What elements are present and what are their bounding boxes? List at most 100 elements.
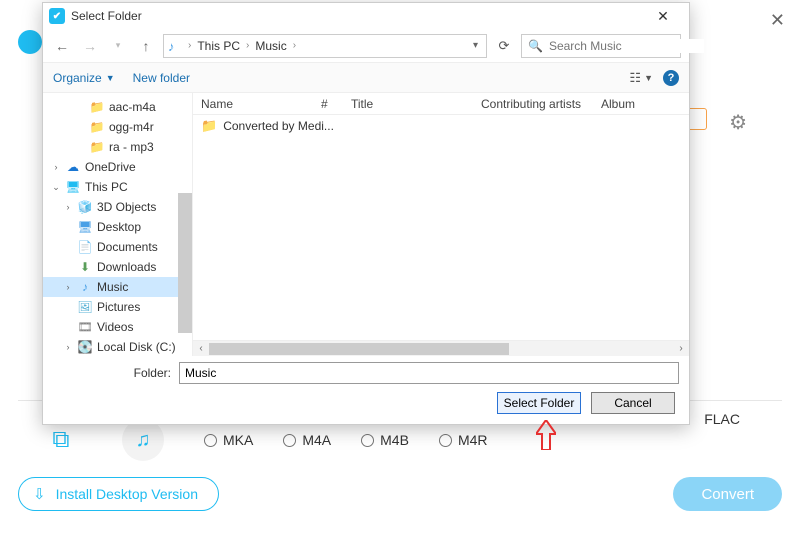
- folder-icon: 📁: [89, 100, 105, 114]
- format-label-flac: FLAC: [704, 411, 740, 427]
- convert-button[interactable]: Convert: [673, 477, 782, 511]
- chevron-right-icon: ›: [186, 40, 193, 51]
- tree-item-pictures[interactable]: 🖼 Pictures: [43, 297, 192, 317]
- chevron-down-icon[interactable]: ⌄: [51, 182, 61, 193]
- tree-label: Pictures: [97, 300, 140, 314]
- tree-item-3d-objects[interactable]: ›🧊3D Objects: [43, 197, 192, 217]
- tree-item-music[interactable]: ›♪Music: [43, 277, 192, 297]
- chevron-right-icon[interactable]: ›: [63, 342, 73, 352]
- col-title[interactable]: Title: [343, 97, 473, 111]
- back-icon[interactable]: ←: [51, 35, 73, 57]
- breadcrumb-seg[interactable]: This PC: [197, 39, 240, 53]
- app-close-icon[interactable]: ✕: [770, 10, 785, 31]
- titlebar: ✔ Select Folder ✕: [43, 3, 689, 29]
- file-name: Converted by Medi...: [223, 119, 334, 133]
- format-m4a[interactable]: M4A: [283, 432, 331, 448]
- col-name[interactable]: Name: [193, 97, 313, 111]
- download-icon: ⇩: [33, 485, 46, 503]
- search-box[interactable]: 🔍: [521, 34, 681, 58]
- chevron-right-icon: ›: [291, 40, 298, 51]
- chevron-down-icon: ▼: [106, 73, 115, 83]
- gear-icon[interactable]: ⚙: [729, 110, 747, 135]
- tree-label: ra - mp3: [109, 140, 154, 154]
- organize-label: Organize: [53, 71, 102, 85]
- dialog-toolbar: Organize ▼ New folder ☷ ▼ ?: [43, 63, 689, 93]
- select-folder-button[interactable]: Select Folder: [497, 392, 581, 414]
- pictures-icon: 🖼: [77, 300, 93, 314]
- format-label: MKA: [223, 432, 253, 448]
- folder-name-label: Folder:: [53, 366, 173, 380]
- tree-item-videos[interactable]: 🎞 Videos: [43, 317, 192, 337]
- forward-icon[interactable]: →: [79, 35, 101, 57]
- breadcrumb-seg[interactable]: Music: [255, 39, 286, 53]
- recent-dropdown-icon[interactable]: ▾: [107, 35, 129, 57]
- annotation-arrow-icon: [536, 420, 556, 450]
- tree-scrollbar[interactable]: [178, 193, 192, 333]
- folder-icon: 📁: [201, 118, 217, 134]
- cancel-button[interactable]: Cancel: [591, 392, 675, 414]
- objects3d-icon: 🧊: [77, 200, 93, 214]
- videos-icon: 🎞: [77, 320, 93, 334]
- disk-icon: 💽: [77, 340, 93, 354]
- scroll-thumb[interactable]: [209, 343, 509, 355]
- close-icon[interactable]: ✕: [643, 8, 683, 25]
- folder-name-input[interactable]: [179, 362, 679, 384]
- tree-item-ra-mp3[interactable]: 📁 ra - mp3: [43, 137, 192, 157]
- tree-label: Downloads: [97, 260, 156, 274]
- tree-label: Music: [97, 280, 128, 294]
- file-list[interactable]: 📁 Converted by Medi...: [193, 115, 689, 340]
- horizontal-scrollbar[interactable]: ‹ ›: [193, 340, 689, 356]
- status-rect-icon: [687, 108, 707, 130]
- scroll-right-icon[interactable]: ›: [673, 343, 689, 354]
- breadcrumb[interactable]: ♪ › This PC › Music › ▾: [163, 34, 487, 58]
- install-desktop-button[interactable]: ⇩ Install Desktop Version: [18, 477, 219, 511]
- col-num[interactable]: #: [313, 97, 343, 111]
- chevron-right-icon[interactable]: ›: [51, 162, 61, 172]
- desktop-icon: 🖥: [77, 220, 93, 234]
- format-label: M4B: [380, 432, 409, 448]
- tree-item-local-disk[interactable]: › 💽 Local Disk (C:): [43, 337, 192, 356]
- folder-icon: 📁: [89, 140, 105, 154]
- search-icon: 🔍: [528, 39, 543, 53]
- format-label: M4R: [458, 432, 488, 448]
- col-artists[interactable]: Contributing artists: [473, 97, 593, 111]
- monitor-icon: 🖥: [65, 180, 81, 194]
- tree-label: aac-m4a: [109, 100, 156, 114]
- format-m4r[interactable]: M4R: [439, 432, 488, 448]
- scroll-left-icon[interactable]: ‹: [193, 343, 209, 354]
- tree-item-this-pc[interactable]: ⌄🖥This PC: [43, 177, 192, 197]
- app-logo: [18, 30, 42, 54]
- tree-item-ogg-m4r[interactable]: 📁ogg-m4r: [43, 117, 192, 137]
- tree-label: OneDrive: [85, 160, 136, 174]
- cloud-icon: ☁: [65, 160, 81, 174]
- new-folder-button[interactable]: New folder: [133, 71, 190, 85]
- organize-menu[interactable]: Organize ▼: [53, 71, 115, 85]
- chevron-right-icon[interactable]: ›: [63, 282, 73, 292]
- tree-item-onedrive[interactable]: › ☁ OneDrive: [43, 157, 192, 177]
- col-album[interactable]: Album: [593, 97, 689, 111]
- format-mka[interactable]: MKA: [204, 432, 253, 448]
- tree-item-downloads[interactable]: ⬇ Downloads: [43, 257, 192, 277]
- install-label: Install Desktop Version: [56, 486, 198, 502]
- tree-item-desktop[interactable]: 🖥 Desktop: [43, 217, 192, 237]
- tree-label: Videos: [97, 320, 133, 334]
- folder-tree[interactable]: 📁 aac-m4a 📁ogg-m4r 📁 ra - mp3 › ☁ OneDrive ⌄…: [43, 93, 193, 356]
- up-icon[interactable]: ↑: [135, 35, 157, 57]
- tree-label: Desktop: [97, 220, 141, 234]
- tree-label: Local Disk (C:): [97, 340, 176, 354]
- column-headers[interactable]: Name # Title Contributing artists Album: [193, 93, 689, 115]
- downloads-icon: ⬇: [77, 260, 93, 274]
- format-m4b[interactable]: M4B: [361, 432, 409, 448]
- documents-icon: 📄: [77, 240, 93, 254]
- list-item[interactable]: 📁 Converted by Medi...: [193, 115, 689, 137]
- tree-item-documents[interactable]: 📄Documents: [43, 237, 192, 257]
- chevron-right-icon[interactable]: ›: [63, 202, 73, 212]
- chevron-down-icon[interactable]: ▾: [469, 40, 482, 51]
- help-icon[interactable]: ?: [663, 70, 679, 86]
- tree-item-aac-m4a[interactable]: 📁 aac-m4a: [43, 97, 192, 117]
- refresh-icon[interactable]: ⟳: [493, 35, 515, 57]
- search-input[interactable]: [549, 39, 704, 53]
- view-options-button[interactable]: ☷ ▼: [629, 70, 653, 86]
- dialog-title: Select Folder: [71, 9, 643, 23]
- nav-row: ← → ▾ ↑ ♪ › This PC › Music › ▾ ⟳ 🔍: [43, 29, 689, 63]
